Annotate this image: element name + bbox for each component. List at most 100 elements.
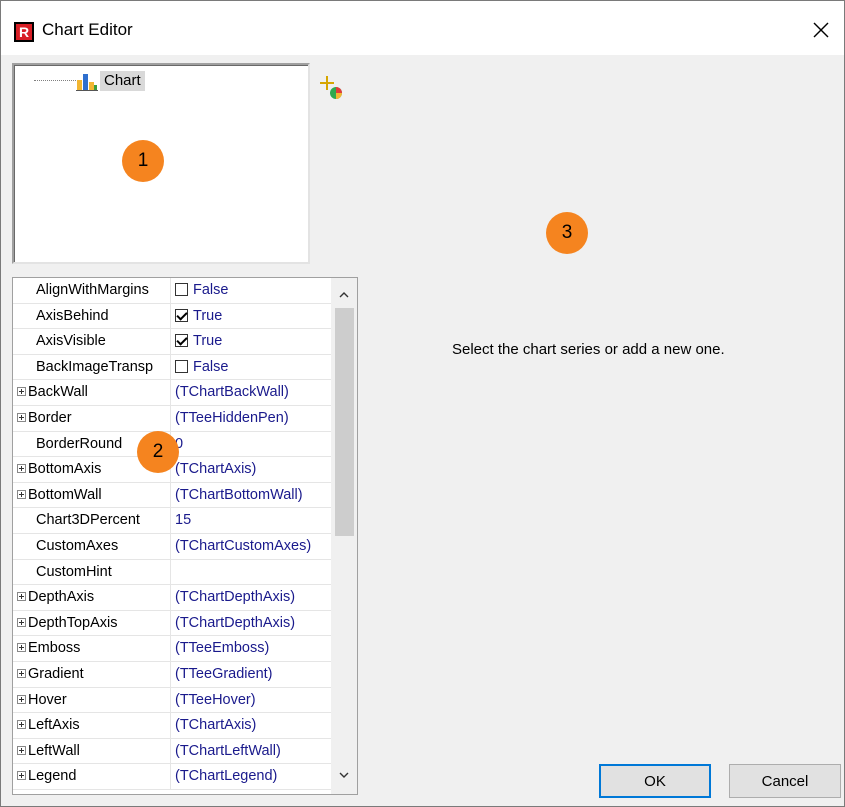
- property-value-cell[interactable]: (TChartLegend): [175, 764, 331, 789]
- expand-plus-icon[interactable]: [17, 489, 26, 499]
- property-value-cell[interactable]: False: [175, 278, 331, 303]
- property-value-cell[interactable]: (TTeeGradient): [175, 662, 331, 687]
- property-value: (TTeeHiddenPen): [175, 409, 289, 426]
- property-value-cell[interactable]: False: [175, 355, 331, 380]
- property-row[interactable]: LeftAxis (TChartAxis): [13, 713, 331, 739]
- property-name-cell: AxisVisible: [13, 329, 171, 354]
- callout-badge-2: 2: [137, 431, 179, 473]
- property-row[interactable]: Emboss (TTeeEmboss): [13, 636, 331, 662]
- tree-connector: [34, 80, 76, 81]
- property-name-cell: LeftAxis: [13, 713, 171, 738]
- property-value-cell[interactable]: (TChartCustomAxes): [175, 534, 331, 559]
- property-name-cell: BottomWall: [13, 482, 171, 508]
- property-value: (TChartCustomAxes): [175, 537, 312, 554]
- expand-plus-icon[interactable]: [17, 592, 26, 602]
- property-name: BackImageTransp: [36, 358, 154, 375]
- add-series-icon: [320, 76, 342, 99]
- property-value-cell[interactable]: (TChartDepthAxis): [175, 611, 331, 636]
- property-name: Border: [28, 409, 72, 426]
- property-value: (TChartDepthAxis): [175, 614, 296, 631]
- series-tree[interactable]: Chart 1: [12, 63, 310, 264]
- property-row[interactable]: CustomAxes (TChartCustomAxes): [13, 533, 331, 560]
- property-name: DepthTopAxis: [28, 614, 118, 631]
- property-row[interactable]: Gradient (TTeeGradient): [13, 661, 331, 688]
- property-name: BottomAxis: [28, 461, 102, 478]
- expand-plus-icon[interactable]: [17, 617, 26, 627]
- close-button[interactable]: [801, 13, 841, 47]
- property-value-cell[interactable]: (TChartBackWall): [175, 380, 331, 405]
- property-value: (TChartLegend): [175, 768, 278, 785]
- property-row[interactable]: BackImageTransp False: [13, 354, 331, 381]
- scroll-down-button[interactable]: [331, 762, 357, 788]
- scroll-thumb[interactable]: [335, 308, 354, 536]
- property-value: True: [193, 307, 223, 324]
- property-row[interactable]: Hover (TTeeHover): [13, 687, 331, 714]
- callout-badge-1: 1: [122, 140, 164, 182]
- property-row[interactable]: AlignWithMargins False: [13, 278, 331, 304]
- expand-plus-icon[interactable]: [17, 412, 26, 422]
- add-series-button[interactable]: [317, 73, 347, 103]
- expand-plus-icon[interactable]: [17, 745, 26, 755]
- property-checkbox[interactable]: [175, 283, 188, 296]
- property-name: LeftWall: [28, 742, 80, 759]
- property-row[interactable]: BackWall (TChartBackWall): [13, 380, 331, 406]
- property-name-cell: CustomAxes: [13, 533, 171, 559]
- property-value-cell[interactable]: (TChartAxis): [175, 457, 331, 482]
- property-name-cell: AlignWithMargins: [13, 278, 171, 303]
- expand-plus-icon[interactable]: [17, 694, 26, 704]
- property-name: AxisBehind: [36, 307, 109, 324]
- expand-plus-icon[interactable]: [17, 720, 26, 730]
- property-row[interactable]: AxisVisible True: [13, 329, 331, 355]
- property-row[interactable]: DepthAxis (TChartDepthAxis): [13, 585, 331, 611]
- expand-plus-icon[interactable]: [17, 387, 26, 397]
- property-row[interactable]: DepthTopAxis (TChartDepthAxis): [13, 610, 331, 637]
- expand-plus-icon[interactable]: [17, 668, 26, 678]
- property-row[interactable]: Legend (TChartLegend): [13, 764, 331, 790]
- app-logo-letter: R: [16, 24, 32, 40]
- property-value-cell[interactable]: (TChartDepthAxis): [175, 585, 331, 610]
- scroll-up-button[interactable]: [331, 282, 357, 308]
- property-value-cell[interactable]: (TTeeHiddenPen): [175, 406, 331, 431]
- property-name-cell: Hover: [13, 687, 171, 713]
- vertical-scrollbar[interactable]: [331, 278, 357, 794]
- property-value-cell[interactable]: True: [175, 304, 331, 329]
- property-row[interactable]: BottomWall (TChartBottomWall): [13, 482, 331, 509]
- property-row[interactable]: CustomHint: [13, 559, 331, 586]
- property-name-cell: AxisBehind: [13, 303, 171, 329]
- property-checkbox[interactable]: [175, 334, 188, 348]
- property-row[interactable]: Border (TTeeHiddenPen): [13, 405, 331, 432]
- property-row[interactable]: Chart3DPercent 15: [13, 508, 331, 534]
- expand-plus-icon[interactable]: [17, 643, 26, 653]
- property-name-cell: DepthAxis: [13, 585, 171, 610]
- property-name-cell: Gradient: [13, 661, 171, 687]
- property-value-cell[interactable]: (TChartAxis): [175, 713, 331, 738]
- property-name: AxisVisible: [36, 333, 106, 350]
- property-value-cell[interactable]: (TChartBottomWall): [175, 483, 331, 508]
- property-value-cell[interactable]: 0: [175, 432, 331, 457]
- property-value-cell[interactable]: 15: [175, 508, 331, 533]
- property-value-cell[interactable]: (TChartLeftWall): [175, 739, 331, 764]
- property-value-cell[interactable]: (TTeeHover): [175, 688, 331, 713]
- property-checkbox[interactable]: [175, 359, 188, 373]
- property-name: DepthAxis: [28, 589, 95, 606]
- property-value-cell[interactable]: [175, 560, 331, 585]
- property-grid[interactable]: AlignWithMargins False AxisBehind True AxisV…: [12, 277, 358, 795]
- tree-node-chart[interactable]: Chart: [76, 70, 145, 92]
- ok-button[interactable]: OK: [599, 764, 711, 798]
- expand-plus-icon[interactable]: [17, 464, 26, 474]
- property-value: False: [193, 358, 229, 375]
- expand-plus-icon[interactable]: [17, 771, 26, 781]
- empty-series-message: Select the chart series or add a new one…: [452, 341, 725, 358]
- property-value-cell[interactable]: True: [175, 329, 331, 354]
- property-name: Gradient: [28, 665, 84, 682]
- property-name-cell: LeftWall: [13, 738, 171, 764]
- property-value: 15: [175, 512, 192, 529]
- property-value: (TChartLeftWall): [175, 742, 281, 759]
- cancel-button[interactable]: Cancel: [729, 764, 841, 798]
- property-value-cell[interactable]: (TTeeEmboss): [175, 636, 331, 661]
- property-value: (TChartBottomWall): [175, 486, 303, 503]
- property-checkbox[interactable]: [175, 308, 188, 322]
- property-row[interactable]: LeftWall (TChartLeftWall): [13, 738, 331, 765]
- property-row[interactable]: AxisBehind True: [13, 303, 331, 330]
- property-name: Legend: [28, 768, 77, 785]
